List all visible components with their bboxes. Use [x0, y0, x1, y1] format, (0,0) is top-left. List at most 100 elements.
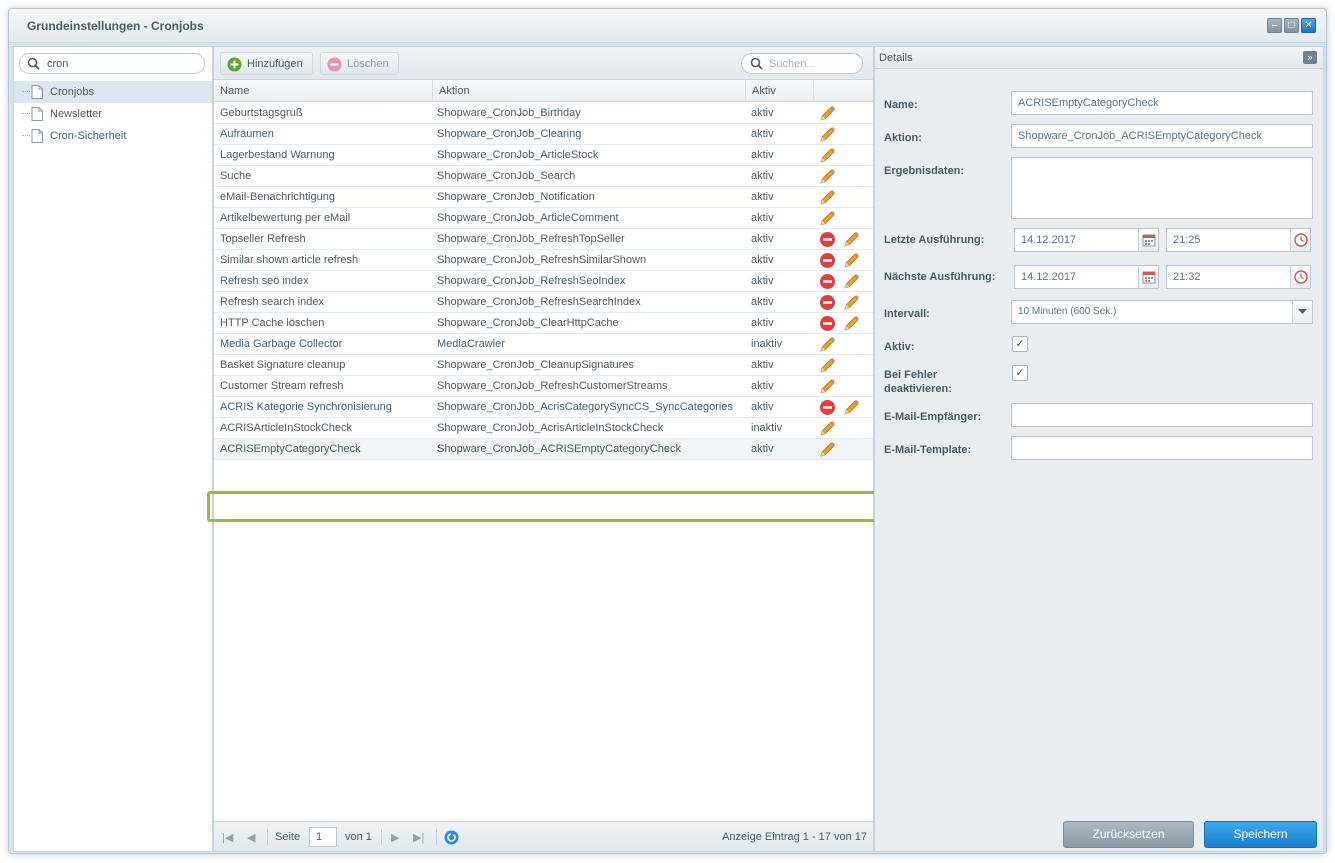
tree-item[interactable]: Cronjobs	[14, 81, 212, 103]
pencil-icon[interactable]	[819, 441, 836, 458]
tree-search-input[interactable]: cron	[19, 53, 205, 74]
cell-action: Shopware_CronJob_ClearHttpCache	[437, 317, 619, 329]
clock-icon	[1294, 233, 1308, 247]
pencil-icon[interactable]	[819, 147, 836, 164]
page-number-input[interactable]	[309, 827, 337, 847]
pencil-icon[interactable]	[819, 420, 836, 437]
table-row[interactable]: Refresh search index Shopware_CronJob_Ref…	[214, 292, 873, 313]
row-actions	[819, 294, 869, 311]
next-page-icon[interactable]: ▶	[391, 831, 399, 844]
grid-search-input[interactable]: Suchen...	[741, 53, 863, 74]
maximize-icon[interactable]: □	[1284, 18, 1299, 33]
pencil-icon[interactable]	[843, 252, 860, 269]
table-row[interactable]: Media Garbage Collector MediaCrawler inakt…	[214, 334, 873, 355]
pencil-icon[interactable]	[843, 399, 860, 416]
next-run-time-field[interactable]: 21:32	[1166, 265, 1311, 289]
save-button[interactable]: Speichern	[1204, 821, 1317, 848]
delete-row-icon[interactable]	[819, 231, 836, 248]
cell-active: aktiv	[751, 317, 774, 329]
row-actions	[819, 399, 869, 416]
minimize-icon[interactable]: –	[1267, 18, 1282, 33]
table-row[interactable]: ACRISEmptyCategoryCheck Shopware_CronJob_…	[214, 439, 873, 460]
reset-button[interactable]: Zurücksetzen	[1063, 821, 1194, 848]
action-field[interactable]: Shopware_CronJob_ACRISEmptyCategoryCheck	[1011, 124, 1313, 148]
last-run-time-field[interactable]: 21:25	[1166, 228, 1311, 252]
delete-row-icon[interactable]	[819, 273, 836, 290]
column-header-name[interactable]: Name	[214, 80, 433, 102]
refresh-icon[interactable]	[444, 830, 459, 845]
pencil-icon[interactable]	[819, 336, 836, 353]
last-run-date-trigger[interactable]	[1138, 229, 1158, 251]
tree-item-label: Cronjobs	[50, 86, 95, 98]
search-icon	[750, 57, 763, 70]
delete-button[interactable]: Löschen	[320, 52, 399, 75]
pencil-icon[interactable]	[819, 168, 836, 185]
last-run-date-value: 14.12.2017	[1021, 234, 1077, 246]
column-header-actions	[814, 80, 873, 102]
add-button[interactable]: Hinzufügen	[220, 52, 313, 75]
interval-label: Intervall:	[884, 308, 930, 320]
page-count-label: von 1	[345, 831, 372, 843]
window-titlebar[interactable]: Grundeinstellungen - Cronjobs – □ ✕	[9, 9, 1326, 43]
table-row[interactable]: HTTP Cache löschen Shopware_CronJob_Clear…	[214, 313, 873, 334]
result-textarea[interactable]	[1011, 157, 1313, 219]
pencil-icon[interactable]	[819, 357, 836, 374]
row-actions	[819, 357, 869, 374]
delete-row-icon[interactable]	[819, 252, 836, 269]
column-header-action[interactable]: Aktion	[433, 80, 746, 102]
last-run-time-trigger[interactable]	[1290, 229, 1310, 251]
cell-action: Shopware_CronJob_RefreshSeoIndex	[437, 275, 626, 287]
table-row[interactable]: ACRIS Kategorie Synchronisierung Shopware…	[214, 397, 873, 418]
pencil-icon[interactable]	[819, 126, 836, 143]
pencil-icon[interactable]	[819, 210, 836, 227]
cell-action: Shopware_CronJob_Search	[437, 170, 576, 182]
table-row[interactable]: Lagerbestand Warnung Shopware_CronJob_Art…	[214, 145, 873, 166]
delete-row-icon[interactable]	[819, 294, 836, 311]
collapse-icon[interactable]: »	[1303, 51, 1317, 64]
next-run-time-trigger[interactable]	[1290, 266, 1310, 288]
pencil-icon[interactable]	[843, 273, 860, 290]
active-checkbox[interactable]: ✓	[1012, 336, 1028, 352]
pencil-icon[interactable]	[819, 189, 836, 206]
pencil-icon[interactable]	[819, 105, 836, 122]
table-row[interactable]: Geburtstagsgruß Shopware_CronJob_Birthday…	[214, 103, 873, 124]
cell-name: Aufräumen	[220, 128, 274, 140]
table-row[interactable]: Topseller Refresh Shopware_CronJob_Refres…	[214, 229, 873, 250]
deactivate-on-error-checkbox[interactable]: ✓	[1012, 365, 1028, 381]
search-icon	[27, 57, 40, 70]
email-template-field[interactable]	[1011, 436, 1313, 460]
row-actions	[819, 441, 869, 458]
delete-row-icon[interactable]	[819, 399, 836, 416]
table-row[interactable]: Aufräumen Shopware_CronJob_Clearing aktiv	[214, 124, 873, 145]
next-run-date-trigger[interactable]	[1138, 266, 1158, 288]
tree-item[interactable]: Newsletter	[14, 103, 212, 125]
name-field[interactable]: ACRISEmptyCategoryCheck	[1011, 91, 1313, 115]
table-row[interactable]: Refresh seo index Shopware_CronJob_Refres…	[214, 271, 873, 292]
file-icon	[31, 85, 43, 99]
pencil-icon[interactable]	[843, 315, 860, 332]
first-page-icon[interactable]: |◀	[222, 831, 233, 844]
table-row[interactable]: Artikelbewertung per eMail Shopware_CronJ…	[214, 208, 873, 229]
last-run-date-field[interactable]: 14.12.2017	[1014, 228, 1159, 252]
email-recipient-field[interactable]	[1011, 403, 1313, 427]
pencil-icon[interactable]	[843, 231, 860, 248]
close-icon[interactable]: ✕	[1301, 18, 1316, 33]
tree-item[interactable]: Cron-Sicherheit	[14, 125, 212, 147]
prev-page-icon[interactable]: ◀	[247, 831, 255, 844]
table-row[interactable]: Similar shown article refresh Shopware_Cr…	[214, 250, 873, 271]
table-row[interactable]: ACRISArticleInStockCheck Shopware_CronJob…	[214, 418, 873, 439]
row-actions	[819, 210, 869, 227]
next-run-date-field[interactable]: 14.12.2017	[1014, 265, 1159, 289]
column-header-active[interactable]: Aktiv	[746, 80, 814, 102]
interval-dropdown-trigger[interactable]	[1292, 301, 1312, 323]
table-row[interactable]: Customer Stream refresh Shopware_CronJob_…	[214, 376, 873, 397]
add-button-label: Hinzufügen	[247, 58, 303, 70]
delete-row-icon[interactable]	[819, 315, 836, 332]
table-row[interactable]: Suche Shopware_CronJob_Search aktiv	[214, 166, 873, 187]
last-page-icon[interactable]: ▶|	[413, 831, 424, 844]
table-row[interactable]: Basket Signature cleanup Shopware_CronJob…	[214, 355, 873, 376]
interval-select[interactable]: 10 Minuten (600 Sek.)	[1011, 300, 1313, 324]
table-row[interactable]: eMail-Benachrichtigung Shopware_CronJob_N…	[214, 187, 873, 208]
pencil-icon[interactable]	[819, 378, 836, 395]
pencil-icon[interactable]	[843, 294, 860, 311]
